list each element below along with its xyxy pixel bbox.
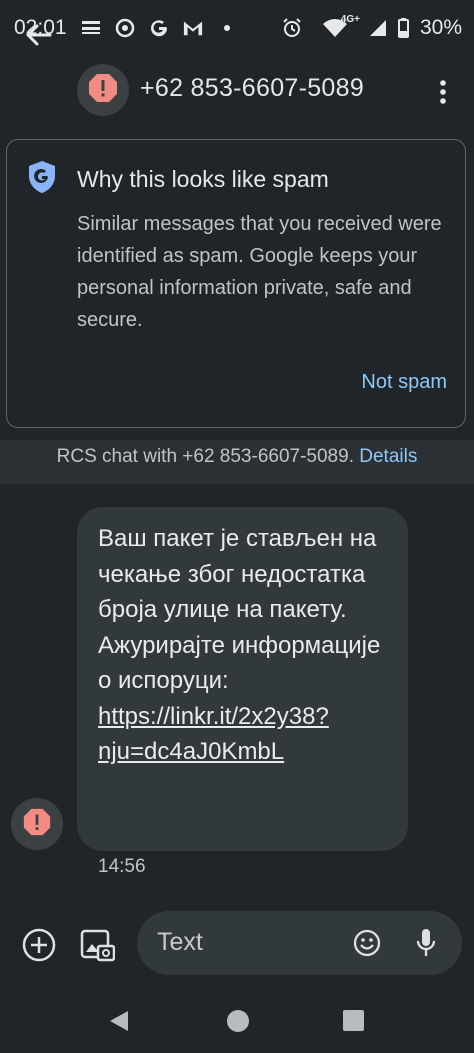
network-type: 4G+ (340, 14, 360, 25)
google-icon (149, 18, 169, 38)
rcs-text: RCS chat with +62 853-6607-5089. (56, 446, 354, 467)
status-bar: 02:01 4G+ 30% (0, 0, 474, 56)
spam-card-title: Why this looks like spam (77, 166, 329, 192)
spam-warning-icon (87, 72, 119, 109)
back-arrow-icon[interactable] (22, 18, 56, 52)
details-link[interactable]: Details (359, 446, 417, 467)
contact-avatar[interactable] (77, 64, 129, 116)
notification-icon (81, 18, 101, 38)
gallery-icon[interactable] (79, 928, 116, 962)
battery-percent: 30% (419, 16, 462, 39)
message-text: Ваш пакет је стављен на чекање због недо… (98, 525, 381, 694)
dot-icon (217, 18, 237, 38)
target-icon (115, 18, 135, 38)
spam-card-body: Similar messages that you received were … (77, 213, 442, 331)
overflow-menu-icon[interactable] (432, 78, 454, 108)
nav-home-icon[interactable] (227, 1010, 249, 1032)
message-input-placeholder: Text (157, 928, 203, 956)
sender-avatar[interactable] (11, 798, 63, 850)
alarm-icon (282, 18, 302, 38)
nav-recents-icon[interactable] (343, 1010, 364, 1031)
spam-explanation-card: Why this looks like spam Similar message… (6, 139, 466, 428)
add-icon[interactable] (22, 928, 56, 962)
message-link[interactable]: https://linkr.it/2x2y38?nju=dc4aJ0KmbL (98, 703, 329, 766)
rcs-banner: RCS chat with +62 853-6607-5089. Details (0, 440, 474, 484)
spam-warning-icon (22, 807, 52, 842)
nav-back-icon[interactable] (108, 1010, 130, 1032)
message-input[interactable]: Text (137, 911, 462, 975)
not-spam-button[interactable]: Not spam (361, 371, 447, 394)
battery-icon (398, 18, 410, 38)
mic-icon[interactable] (415, 928, 437, 958)
emoji-icon[interactable] (353, 929, 381, 957)
message-bubble[interactable]: Ваш пакет је стављен на чекање због недо… (77, 507, 408, 851)
gmail-icon (183, 18, 203, 38)
conversation-title[interactable]: +62 853-6607-5089 (140, 74, 364, 103)
google-shield-icon (27, 160, 57, 194)
wifi-icon: 4G+ (312, 14, 360, 38)
message-timestamp: 14:56 (98, 856, 146, 877)
signal-icon (368, 18, 388, 38)
